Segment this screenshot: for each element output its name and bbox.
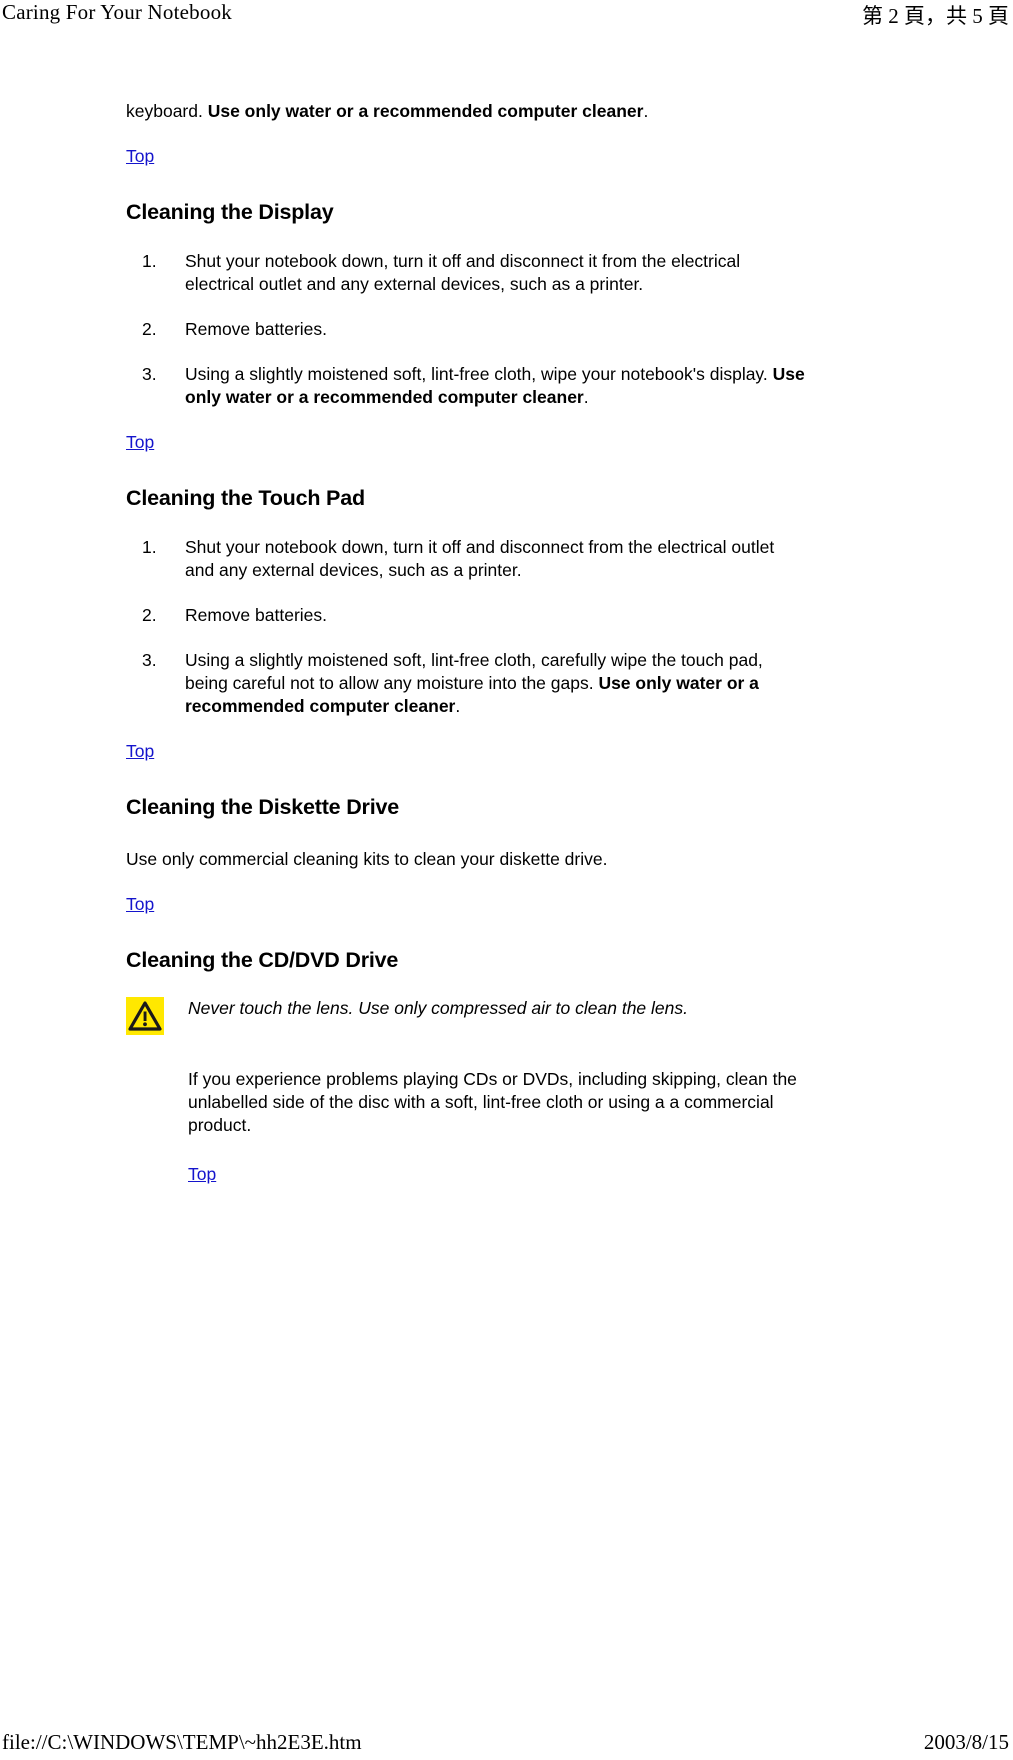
step-number: 3.: [142, 364, 157, 384]
content-column: keyboard. Use only water or a recommende…: [126, 100, 806, 1186]
diskette-drive-paragraph: Use only commercial cleaning kits to cle…: [126, 849, 608, 869]
section-heading-cleaning-the-diskette-drive: Cleaning the Diskette Drive: [126, 795, 399, 819]
print-page-header: Caring For Your Notebook 第 2 頁，共 5 頁: [0, 0, 1013, 34]
intro-lead-text: keyboard.: [126, 101, 208, 121]
step-text-pre: Using a slightly moistened soft, lint-fr…: [185, 364, 773, 384]
section-heading-cleaning-the-cd-dvd-drive: Cleaning the CD/DVD Drive: [126, 948, 399, 972]
print-date: 2003/8/15: [923, 1730, 1009, 1754]
list-item: 2. Remove batteries.: [126, 318, 806, 341]
step-number: 2.: [142, 319, 157, 339]
intro-bold-text: Use only water or a recommended computer…: [207, 101, 644, 121]
cd-dvd-paragraph: If you experience problems playing CDs o…: [188, 1069, 797, 1135]
steps-list-display: 1. Shut your notebook down, turn it off …: [126, 250, 806, 409]
top-link-paragraph-1: Top: [126, 431, 806, 454]
step-number: 1.: [142, 537, 157, 557]
list-item: 3. Using a slightly moistened soft, lint…: [126, 649, 806, 718]
top-link-paragraph-3: Top: [126, 893, 806, 916]
steps-list-touch-pad: 1. Shut your notebook down, turn it off …: [126, 536, 806, 718]
step-text: Remove batteries.: [185, 319, 328, 339]
top-link-paragraph-2: Top: [126, 740, 806, 763]
section-heading-cleaning-the-display: Cleaning the Display: [126, 200, 334, 224]
intro-tail-text: .: [643, 101, 649, 121]
print-page-footer: file://C:\WINDOWS\TEMP\~hh2E3E.htm 2003/…: [0, 1730, 1013, 1760]
list-item: 2. Remove batteries.: [126, 604, 806, 627]
step-number: 1.: [142, 251, 157, 271]
top-link[interactable]: Top: [188, 1164, 216, 1184]
warning-note: Never touch the lens. Use only compresse…: [126, 997, 806, 1035]
warning-note-text: Never touch the lens. Use only compresse…: [188, 998, 688, 1018]
step-text: Shut your notebook down, turn it off and…: [185, 537, 775, 580]
top-link[interactable]: Top: [126, 741, 154, 761]
step-text-post: .: [455, 696, 461, 716]
step-text-post: .: [583, 387, 589, 407]
top-link-paragraph-0: Top: [126, 145, 806, 168]
step-number: 3.: [142, 650, 157, 670]
step-number: 2.: [142, 605, 157, 625]
list-item: 1. Shut your notebook down, turn it off …: [126, 250, 806, 296]
top-link[interactable]: Top: [126, 894, 154, 914]
list-item: 1. Shut your notebook down, turn it off …: [126, 536, 806, 582]
step-text: Shut your notebook down, turn it off and…: [185, 251, 741, 294]
page-number-indicator: 第 2 頁，共 5 頁: [862, 4, 1009, 28]
top-link[interactable]: Top: [126, 432, 154, 452]
source-file-path: file://C:\WINDOWS\TEMP\~hh2E3E.htm: [2, 1730, 362, 1754]
document-title: Caring For Your Notebook: [2, 0, 232, 24]
list-item: 3. Using a slightly moistened soft, lint…: [126, 363, 806, 409]
intro-paragraph: keyboard. Use only water or a recommende…: [126, 100, 806, 123]
section-heading-cleaning-the-touch-pad: Cleaning the Touch Pad: [126, 486, 365, 510]
top-link[interactable]: Top: [126, 146, 154, 166]
step-text: Remove batteries.: [185, 605, 328, 625]
warning-triangle-icon: [126, 997, 164, 1035]
top-link-paragraph-4: Top: [188, 1163, 806, 1186]
